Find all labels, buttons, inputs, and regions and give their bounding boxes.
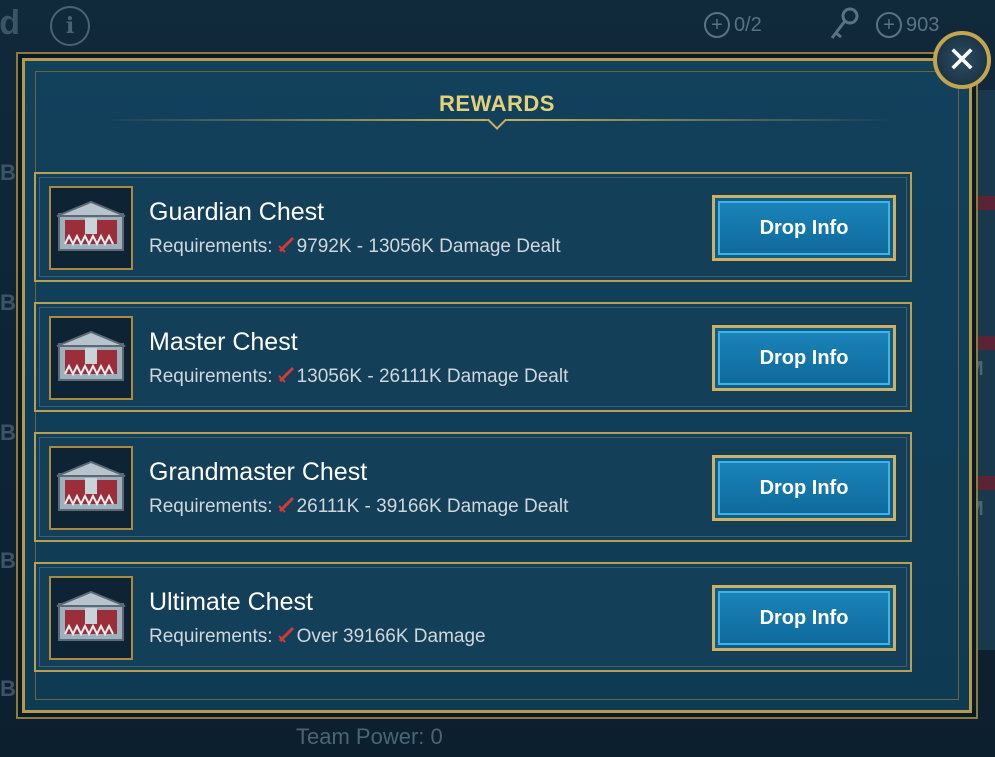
key-icon: [830, 7, 859, 39]
background-title: rd: [0, 4, 20, 42]
sword-icon: [277, 626, 294, 643]
close-button[interactable]: ✕: [933, 31, 991, 89]
chest-name: Ultimate Chest: [149, 588, 313, 616]
reward-row-guardian: Guardian Chest Requirements: 9792K - 1305…: [34, 172, 912, 282]
drop-info-button[interactable]: Drop Info: [712, 195, 896, 261]
sword-icon: [277, 236, 294, 253]
requirements-label: Requirements:: [149, 496, 273, 517]
chest-name: Guardian Chest: [149, 198, 325, 226]
requirements-value: Over 39166K Damage: [296, 626, 486, 647]
sword-icon: [277, 366, 294, 383]
reward-row-master: Master Chest Requirements: 13056K - 26111…: [34, 302, 912, 412]
requirements-value: 26111K - 39166K Damage Dealt: [296, 496, 569, 517]
chest-icon: [49, 316, 133, 400]
drop-info-button[interactable]: Drop Info: [712, 455, 896, 521]
requirements-label: Requirements:: [149, 626, 273, 647]
sword-icon: [277, 496, 294, 513]
keys-resource: + 0/2: [704, 10, 762, 40]
drop-info-label: Drop Info: [759, 346, 849, 369]
requirements-text: Requirements: 26111K - 39166K Damage Deal…: [149, 496, 568, 518]
chest-icon: [49, 446, 133, 530]
drop-info-button[interactable]: Drop Info: [712, 585, 896, 651]
currency-resource: + 903: [876, 10, 939, 40]
reward-row-grandmaster: Grandmaster Chest Requirements: 26111K - …: [34, 432, 912, 542]
chest-name: Master Chest: [149, 328, 298, 356]
close-icon: ✕: [946, 39, 978, 81]
currency-count: 903: [906, 13, 940, 36]
plus-icon: +: [876, 12, 902, 38]
drop-info-label: Drop Info: [759, 216, 849, 239]
plus-icon: +: [704, 12, 730, 38]
drop-info-button[interactable]: Drop Info: [712, 325, 896, 391]
chest-icon: [49, 576, 133, 660]
keys-count: 0/2: [734, 13, 762, 36]
team-power-label: Team Power: 0: [296, 724, 443, 749]
requirements-text: Requirements: 13056K - 26111K Damage Deal…: [149, 366, 568, 388]
requirements-value: 9792K - 13056K Damage Dealt: [296, 236, 561, 257]
drop-info-label: Drop Info: [759, 606, 849, 629]
requirements-text: Requirements: 9792K - 13056K Damage Dealt: [149, 236, 561, 258]
requirements-text: Requirements: Over 39166K Damage: [149, 626, 486, 648]
requirements-value: 13056K - 26111K Damage Dealt: [296, 366, 569, 387]
chest-icon: [49, 186, 133, 270]
requirements-label: Requirements:: [149, 366, 273, 387]
requirements-label: Requirements:: [149, 236, 273, 257]
reward-row-ultimate: Ultimate Chest Requirements: Over 39166K …: [34, 562, 912, 672]
drop-info-label: Drop Info: [759, 476, 849, 499]
info-icon: i: [50, 6, 90, 46]
chest-name: Grandmaster Chest: [149, 458, 368, 486]
